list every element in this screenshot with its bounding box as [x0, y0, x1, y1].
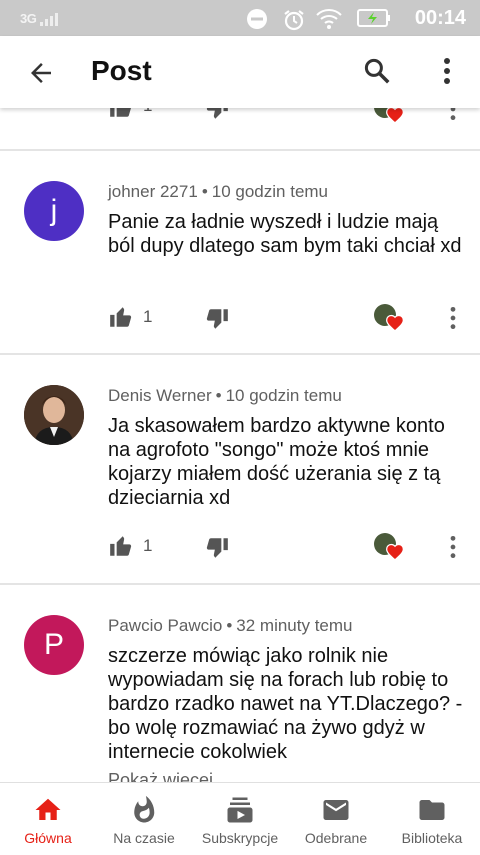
comment-meta: Pawcio Pawcio • 32 minuty temu — [108, 616, 353, 635]
clock: 00:14 — [414, 7, 466, 29]
heart-icon — [386, 314, 404, 332]
creator-heart-badge — [374, 108, 408, 128]
nav-label: Na czasie — [113, 830, 175, 846]
battery-icon — [357, 9, 390, 27]
like-icon[interactable] — [108, 533, 134, 559]
wifi-icon — [316, 9, 342, 29]
nav-label: Subskrypcje — [201, 830, 279, 846]
heart-icon — [386, 543, 404, 561]
mail-icon — [323, 800, 349, 820]
comment-author[interactable]: johner 2271 — [108, 182, 198, 201]
status-bar: 3G 00:14 — [0, 0, 480, 36]
home-icon — [35, 798, 61, 820]
nav-inbox[interactable]: Odebrane — [288, 783, 384, 855]
profile-photo-icon — [24, 385, 84, 445]
search-icon[interactable] — [362, 56, 392, 86]
dislike-icon[interactable] — [204, 535, 230, 561]
avatar[interactable] — [24, 385, 84, 445]
like-count: 1 — [143, 108, 152, 116]
creator-heart-badge — [374, 304, 408, 336]
comment-text: szczerze mówiąc jako rolnik nie wypowiad… — [108, 645, 463, 763]
comment-author[interactable]: Denis Werner — [108, 386, 212, 405]
comment-item: j johner 2271 • 10 godzin temu Panie za ła… — [0, 151, 480, 353]
nav-trending[interactable]: Na czasie — [96, 783, 192, 855]
subscriptions-icon — [227, 797, 253, 823]
comment-menu-icon[interactable] — [446, 534, 460, 560]
avatar[interactable]: j — [24, 181, 84, 241]
like-count: 1 — [143, 536, 153, 555]
comment-time: 10 godzin temu — [225, 386, 342, 405]
comment-menu-icon[interactable] — [446, 305, 460, 331]
dislike-icon[interactable] — [204, 108, 230, 122]
comments-feed[interactable]: 1 j johner 2271•10 godzin temu Panie za … — [0, 108, 480, 782]
comment-menu-icon[interactable] — [446, 108, 460, 122]
comment-author[interactable]: Pawcio Pawcio — [108, 616, 222, 635]
alarm-icon — [284, 10, 304, 31]
comment-actions: 1 — [108, 533, 464, 561]
creator-heart-badge — [374, 533, 408, 565]
heart-icon — [386, 108, 404, 124]
avatar[interactable]: P — [24, 615, 84, 675]
page-title: Post — [91, 55, 152, 86]
comment-meta: Denis Werner • 10 godzin temu — [108, 386, 342, 405]
nav-home[interactable]: Główna — [0, 783, 96, 855]
comment-actions: 1 — [108, 304, 464, 332]
like-icon[interactable] — [108, 108, 134, 120]
network-indicator: 3G — [20, 11, 37, 26]
back-arrow-icon[interactable] — [26, 58, 56, 88]
dnd-icon — [247, 9, 267, 29]
app-bar: Post — [0, 36, 480, 108]
nav-label: Odebrane — [304, 830, 368, 846]
signal-icon — [40, 13, 58, 26]
nav-subscriptions[interactable]: Subskrypcje — [192, 783, 288, 855]
comment-text: Panie za ładnie wyszedł i ludzie mają bó… — [108, 211, 462, 257]
comment-time: 32 minuty temu — [236, 616, 353, 635]
comment-meta: johner 2271 • 10 godzin temu — [108, 182, 329, 201]
like-icon[interactable] — [108, 304, 134, 330]
comment-time: 10 godzin temu — [211, 182, 329, 201]
dislike-icon[interactable] — [204, 306, 230, 332]
folder-icon — [419, 800, 445, 820]
show-more-link[interactable]: Pokaż więcej — [108, 770, 213, 782]
nav-library[interactable]: Biblioteka — [384, 783, 480, 855]
like-count: 1 — [143, 307, 153, 326]
nav-label: Biblioteka — [401, 830, 463, 846]
nav-label: Główna — [24, 830, 72, 846]
comment-item: Denis Werner • 10 godzin temu Ja skasowałe… — [0, 355, 480, 583]
partial-comment-actions: 1 — [0, 108, 480, 148]
fire-icon — [134, 795, 155, 823]
more-options-icon[interactable] — [440, 56, 454, 86]
comment-text: Ja skasowałem bardzo aktywne konto na ag… — [108, 415, 445, 509]
bottom-navigation: Główna Na czasie Subskrypcje Odebrane Bi… — [0, 782, 480, 854]
comment-item: P Pawcio Pawcio • 32 minuty temu szczerze … — [0, 585, 480, 782]
